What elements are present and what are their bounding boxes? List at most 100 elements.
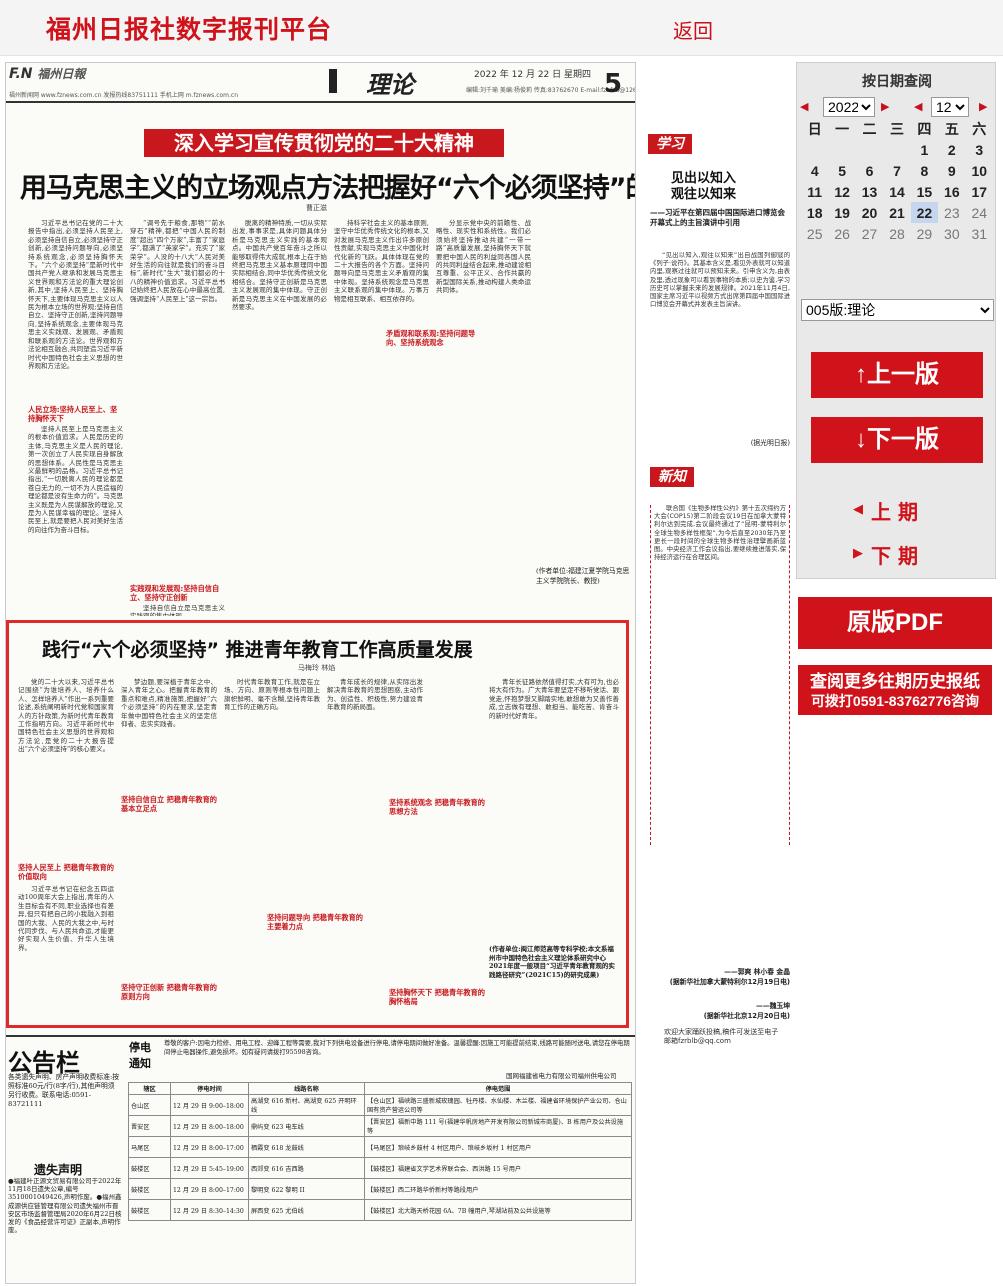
calendar-day[interactable]: 11 — [801, 181, 828, 202]
weekday-row: 日一二三四五六 — [801, 119, 993, 139]
calendar-day[interactable]: 17 — [966, 181, 993, 202]
table-cell: 12 月 29 日 9:00–18:00 — [170, 1094, 249, 1116]
calendar-day[interactable]: 24 — [966, 202, 993, 223]
article2-column: 时代青年教育工作,就是在立场、方向、原则等根本性问题上旗帜鲜明、毫不含糊,坚持青… — [224, 678, 320, 712]
calendar-day[interactable]: 7 — [883, 160, 910, 181]
calendar-day[interactable]: 8 — [911, 160, 938, 181]
kicker-banner: 深入学习宣传贯彻党的二十大精神 — [144, 129, 504, 157]
weekday-label: 四 — [917, 121, 932, 137]
table-cell: 鼎屿变 623 电车线 — [248, 1115, 365, 1137]
article2-subhead: 坚持问题导向 把稳青年教育的主要着力点 — [267, 913, 363, 931]
article2-headline[interactable]: 践行“六个必须坚持” 推进青年教育工作高质量发展 — [42, 635, 473, 662]
highlighted-article[interactable]: 践行“六个必须坚持” 推进青年教育工作高质量发展 马梅玲 林焰 党的二十大以来,… — [6, 620, 629, 1028]
article1-headline[interactable]: 用马克思主义的立场观点方法把握好“六个必须坚持”的内在逻辑 — [20, 166, 635, 205]
calendar-day[interactable]: 28 — [883, 223, 910, 244]
prev-issue-link[interactable]: 上 期 — [871, 496, 918, 525]
calendar-day[interactable]: 30 — [938, 223, 965, 244]
section-band — [329, 69, 337, 93]
table-row: 晋安区 12 月 29 日 8:00–18:00 鼎屿变 623 电车线 【晋安区】福… — [128, 1115, 632, 1137]
weekday-label: 一 — [835, 121, 850, 137]
next-month-icon[interactable]: ▶ — [979, 100, 987, 113]
calendar-day[interactable]: 16 — [938, 181, 965, 202]
weekday-label: 三 — [889, 121, 904, 137]
calendar-day[interactable]: 5 — [828, 160, 855, 181]
calendar-day[interactable]: 18 — [801, 202, 828, 223]
calendar-empty-cell — [856, 139, 883, 160]
next-year-icon[interactable]: ▶ — [881, 100, 889, 113]
calendar-day[interactable]: 1 — [911, 139, 938, 160]
calendar-day[interactable]: 21 — [883, 202, 910, 223]
side-article-text: 联合国《生物多样性公约》第十五次缔约方大会(COP15)第二阶段会议19日在加拿… — [650, 505, 790, 845]
table-cell: 【仓山区】福峡路三盛新城玫瑰园、牡丹楼、水仙楼、木兰楼、福建省环境保护产业公司、… — [364, 1094, 632, 1116]
calendar-day[interactable]: 19 — [828, 202, 855, 223]
table-row: 马尾区 12 月 29 日 8:00–17:00 栖霞变 618 龙鼓线 【马尾区】琅… — [128, 1136, 632, 1158]
calendar-day[interactable]: 31 — [966, 223, 993, 244]
calendar-day[interactable]: 14 — [883, 181, 910, 202]
article1-column: 坚持人民至上是马克思主义的根本价值追求。人民是历史的主体,马克思主义是人民的理论… — [28, 425, 123, 534]
pdf-button[interactable]: 原版PDF — [798, 597, 992, 649]
calendar-day[interactable]: 26 — [828, 223, 855, 244]
masthead-info: 福州新闻网 www.fznews.com.cn 发报热线83751111 手机上… — [9, 92, 239, 99]
table-cell: 【鼓楼区】北大路天桥花园 6A、7B 幢用户,琴湖站前及公共设施等 — [364, 1199, 632, 1221]
table-cell: 马尾区 — [128, 1136, 171, 1158]
calendar-day[interactable]: 9 — [938, 160, 965, 181]
history-line1: 查阅更多往期历史报纸 — [810, 672, 980, 691]
article1-column: 习近平总书记在党的二十大报告中指出,必须坚持人民至上,必须坚持自信自立,必须坚持… — [28, 219, 123, 370]
article1-column: 分显示党中央的前瞻性、战略性、现实性和系统性。我们必须始终坚持推动共建“一带一路… — [436, 219, 531, 295]
prev-page-button[interactable]: ↑上一版 — [811, 352, 983, 398]
article2-subhead: 坚持守正创新 把稳青年教育的原则方向 — [121, 983, 217, 1001]
masthead: F.N 福州日報 福州新闻网 www.fznews.com.cn 发报热线837… — [6, 63, 635, 103]
calendar-day[interactable]: 27 — [856, 223, 883, 244]
calendar-day[interactable]: 22 — [910, 202, 939, 223]
back-link[interactable]: 返回 — [673, 15, 713, 44]
side-article-source: ——魏玉坤 (据新华社北京12月20日电) — [703, 1002, 790, 1020]
calendar-day[interactable]: 6 — [856, 160, 883, 181]
article2-subhead: 坚持人民至上 把稳青年教育的价值取向 — [18, 863, 114, 881]
table-cell: 【马尾区】琅岐乡鼓村 4 村区用户、琅岐乡坂村 1 村区用户 — [364, 1136, 632, 1158]
newspaper-page-image[interactable]: F.N 福州日報 福州新闻网 www.fznews.com.cn 发报热线837… — [5, 62, 636, 1284]
next-issue-link[interactable]: 下 期 — [871, 540, 918, 569]
year-select[interactable]: 2022 — [823, 97, 875, 117]
calendar-empty-cell — [801, 139, 828, 160]
article1-byline: (作者单位:福建江夏学院马克思主义学院院长、教授) — [536, 567, 630, 585]
table-cell: 【鼓楼区】西二环路华侨新村等路段用户 — [364, 1178, 632, 1200]
ads-notice: 各类遗失声明、房产声明收费标准:按照标准60元/行(8字/行),其他声明须另行收… — [8, 1073, 120, 1108]
sidebar: 按日期查阅 ◀ 2022 ▶ ◀ 12 ▶ 日一二三四五六 1234567891… — [796, 62, 996, 579]
edition-select[interactable]: 005版:理论 — [801, 299, 994, 321]
article2-column: 习近平总书记在纪念五四运动100周年大会上指出,青年的人生目标会有不同,职业选择… — [18, 885, 114, 952]
side-article-title: 见出以知入 观往以知来 — [671, 171, 737, 202]
top-bar: 福州日报社数字报刊平台 返回 — [0, 0, 1003, 56]
next-page-button[interactable]: ↓下一版 — [811, 417, 983, 463]
calendar-day[interactable]: 4 — [801, 160, 828, 181]
table-row: 鼓楼区 12 月 29 日 8:00–17:00 黎明变 622 黎明 II 【鼓楼区… — [128, 1178, 632, 1200]
prev-year-icon[interactable]: ◀ — [800, 100, 808, 113]
calendar-day[interactable]: 29 — [911, 223, 938, 244]
calendar-day[interactable]: 12 — [828, 181, 855, 202]
calendar-day[interactable]: 13 — [856, 181, 883, 202]
calendar-title: 按日期查阅 — [862, 74, 932, 90]
history-button[interactable]: 查阅更多往期历史报纸 可拨打0591-83762776咨询 — [798, 665, 992, 715]
prev-month-icon[interactable]: ◀ — [914, 100, 922, 113]
calendar-week-row: 123 — [801, 139, 993, 160]
calendar-day[interactable]: 15 — [911, 181, 938, 202]
weekday-label: 五 — [944, 121, 959, 137]
table-header: 辖区 — [128, 1082, 171, 1095]
calendar-week-row: 11 12 13 14 15 16 17 — [801, 181, 993, 202]
calendar-week-row: 25 26 27 28 29 30 31 — [801, 223, 993, 244]
table-cell: 仓山区 — [128, 1094, 171, 1116]
calendar-day[interactable]: 20 — [856, 202, 883, 223]
table-header: 停电时间 — [170, 1082, 249, 1095]
calendar-day[interactable]: 3 — [966, 139, 993, 160]
calendar-day[interactable]: 2 — [938, 139, 965, 160]
history-line2: 可拨打0591-83762776咨询 — [810, 693, 980, 709]
table-cell: 12 月 29 日 8:00–17:00 — [170, 1178, 249, 1200]
table-cell: 晋安区 — [128, 1115, 171, 1137]
side-article-source: (据光明日报) — [750, 439, 790, 447]
calendar-day[interactable]: 10 — [966, 160, 993, 181]
article1-column: 坚持自信自立是马克思主义实践观的集中体现。 — [130, 604, 225, 616]
calendar-day[interactable]: 23 — [938, 202, 965, 223]
article2-subhead: 坚持胸怀天下 把稳青年教育的胸怀格局 — [389, 988, 485, 1006]
month-select[interactable]: 12 — [931, 97, 969, 117]
calendar-day[interactable]: 25 — [801, 223, 828, 244]
table-cell: 栖霞变 618 龙鼓线 — [248, 1136, 365, 1158]
